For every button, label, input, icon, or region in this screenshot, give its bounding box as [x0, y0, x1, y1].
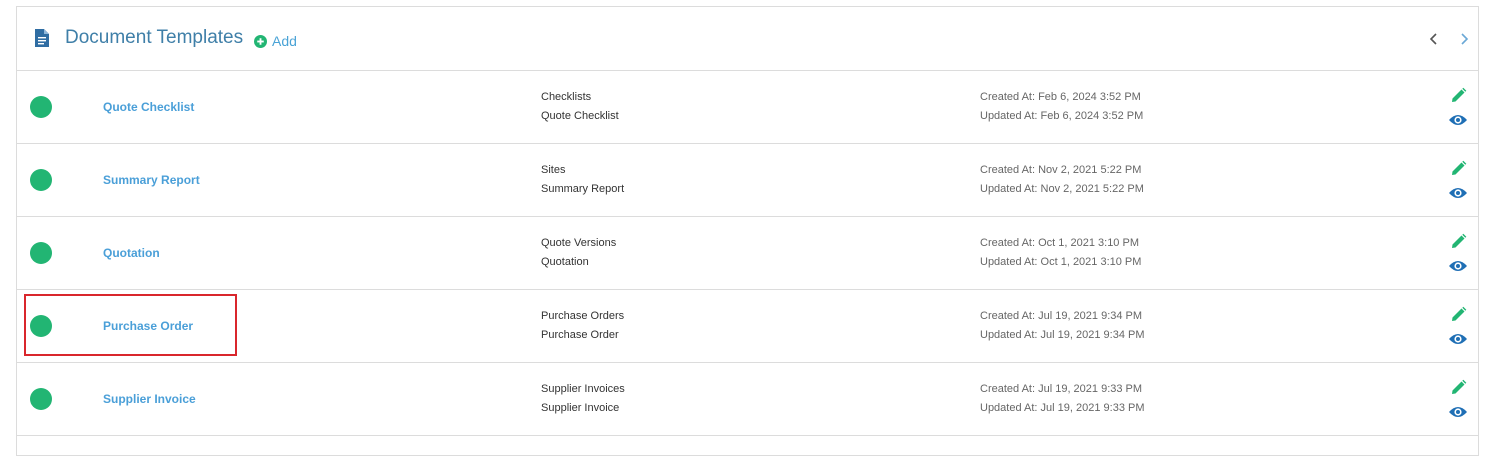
eye-icon[interactable]	[1448, 113, 1468, 127]
pencil-icon[interactable]	[1450, 160, 1467, 177]
created-at: Created At: Jul 19, 2021 9:33 PM	[980, 383, 1143, 395]
template-subcategory: Supplier Invoice	[541, 402, 620, 414]
template-name-link[interactable]: Quote Checklist	[103, 100, 194, 114]
chevron-left-icon[interactable]	[1428, 32, 1440, 46]
created-at: Created At: Feb 6, 2024 3:52 PM	[980, 91, 1141, 103]
document-icon	[35, 29, 49, 47]
status-indicator	[30, 315, 52, 337]
template-subcategory: Quote Checklist	[541, 110, 619, 122]
table-row: Quote Checklist Checklists Quote Checkli…	[17, 71, 1478, 144]
document-templates-panel: Document Templates Add Quote Checklist C…	[16, 6, 1479, 456]
template-category: Quote Versions	[541, 237, 617, 249]
eye-icon[interactable]	[1448, 332, 1468, 346]
created-at: Created At: Nov 2, 2021 5:22 PM	[980, 164, 1142, 176]
pencil-icon[interactable]	[1450, 233, 1467, 250]
template-category: Supplier Invoices	[541, 383, 625, 395]
page-title: Document Templates	[65, 27, 244, 48]
pencil-icon[interactable]	[1450, 87, 1467, 104]
created-at: Created At: Oct 1, 2021 3:10 PM	[980, 237, 1139, 249]
pencil-icon[interactable]	[1450, 379, 1467, 396]
template-category: Checklists	[541, 91, 592, 103]
updated-at: Updated At: Jul 19, 2021 9:33 PM	[980, 402, 1145, 414]
table-row: Supplier Invoice Supplier Invoices Suppl…	[17, 363, 1478, 436]
eye-icon[interactable]	[1448, 405, 1468, 419]
template-subcategory: Summary Report	[541, 183, 625, 195]
add-button-label: Add	[272, 33, 297, 49]
template-subcategory: Quotation	[541, 256, 589, 268]
chevron-right-icon[interactable]	[1458, 32, 1470, 46]
add-template-button[interactable]: Add	[254, 33, 297, 49]
template-name-link[interactable]: Quotation	[103, 246, 160, 260]
updated-at: Updated At: Nov 2, 2021 5:22 PM	[980, 183, 1144, 195]
plus-circle-icon	[254, 34, 267, 48]
template-name-link[interactable]: Supplier Invoice	[103, 392, 196, 406]
status-indicator	[30, 242, 52, 264]
table-row: Summary Report Sites Summary Report Crea…	[17, 144, 1478, 217]
eye-icon[interactable]	[1448, 259, 1468, 273]
template-category: Sites	[541, 164, 566, 176]
template-subcategory: Purchase Order	[541, 329, 619, 341]
table-row: Purchase Order Purchase Orders Purchase …	[17, 290, 1478, 363]
pencil-icon[interactable]	[1450, 306, 1467, 323]
status-indicator	[30, 169, 52, 191]
created-at: Created At: Jul 19, 2021 9:34 PM	[980, 310, 1143, 322]
table-row: Quotation Quote Versions Quotation Creat…	[17, 217, 1478, 290]
panel-header: Document Templates Add	[17, 7, 1478, 71]
updated-at: Updated At: Oct 1, 2021 3:10 PM	[980, 256, 1142, 268]
template-category: Purchase Orders	[541, 310, 625, 322]
template-name-link[interactable]: Purchase Order	[103, 319, 193, 333]
status-indicator	[30, 388, 52, 410]
status-indicator	[30, 96, 52, 118]
updated-at: Updated At: Feb 6, 2024 3:52 PM	[980, 110, 1144, 122]
eye-icon[interactable]	[1448, 186, 1468, 200]
updated-at: Updated At: Jul 19, 2021 9:34 PM	[980, 329, 1145, 341]
template-name-link[interactable]: Summary Report	[103, 173, 200, 187]
